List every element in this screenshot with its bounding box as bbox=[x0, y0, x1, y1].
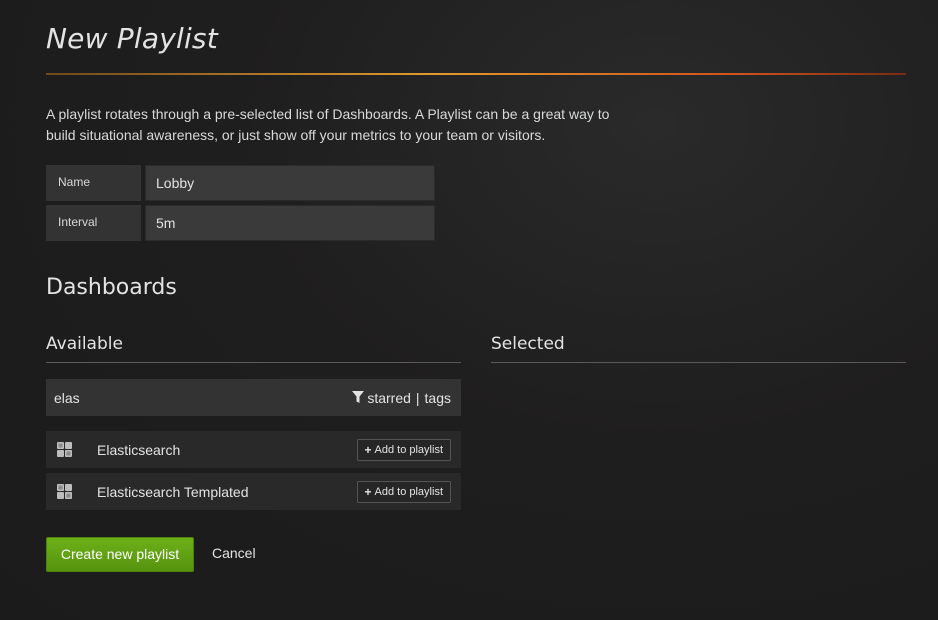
dashboard-search-input[interactable]: elas bbox=[54, 390, 80, 406]
starred-filter-link[interactable]: starred bbox=[367, 390, 411, 406]
dashboard-title[interactable]: Elasticsearch Templated bbox=[97, 484, 357, 500]
dashboards-heading: Dashboards bbox=[46, 275, 177, 300]
dashboard-search-bar: elas starred | tags bbox=[46, 379, 461, 416]
available-divider bbox=[46, 362, 461, 363]
name-label: Name bbox=[46, 165, 141, 201]
add-to-playlist-button[interactable]: + Add to playlist bbox=[356, 480, 451, 503]
available-dashboard-row: Elasticsearch + Add to playlist bbox=[46, 431, 461, 468]
filter-separator: | bbox=[415, 389, 420, 406]
selected-divider bbox=[491, 362, 906, 363]
add-to-playlist-label: Add to playlist bbox=[374, 443, 443, 456]
page-description: A playlist rotates through a pre-selecte… bbox=[46, 106, 610, 143]
available-dashboard-row: Elasticsearch Templated + Add to playlis… bbox=[46, 473, 461, 510]
dashboard-grid-icon bbox=[57, 442, 72, 457]
available-heading: Available bbox=[46, 334, 123, 354]
name-input[interactable]: Lobby bbox=[145, 165, 435, 201]
add-to-playlist-button[interactable]: + Add to playlist bbox=[356, 438, 451, 461]
interval-input[interactable]: 5m bbox=[145, 205, 435, 241]
plus-icon: + bbox=[364, 484, 372, 499]
dashboard-grid-icon bbox=[57, 484, 72, 499]
page-title: New Playlist bbox=[46, 22, 218, 55]
dashboard-title[interactable]: Elasticsearch bbox=[97, 442, 357, 458]
interval-label: Interval bbox=[46, 205, 141, 241]
create-playlist-button[interactable]: Create new playlist bbox=[46, 537, 194, 572]
plus-icon: + bbox=[364, 442, 372, 457]
add-to-playlist-label: Add to playlist bbox=[374, 485, 443, 498]
filter-icon bbox=[352, 391, 365, 403]
tags-filter-link[interactable]: tags bbox=[425, 390, 451, 406]
interval-row: Interval 5m bbox=[46, 205, 435, 241]
selected-heading: Selected bbox=[491, 334, 565, 354]
name-row: Name Lobby bbox=[46, 165, 435, 201]
title-divider bbox=[46, 73, 906, 75]
filter-links: starred | tags bbox=[352, 390, 451, 406]
cancel-link[interactable]: Cancel bbox=[212, 545, 256, 561]
